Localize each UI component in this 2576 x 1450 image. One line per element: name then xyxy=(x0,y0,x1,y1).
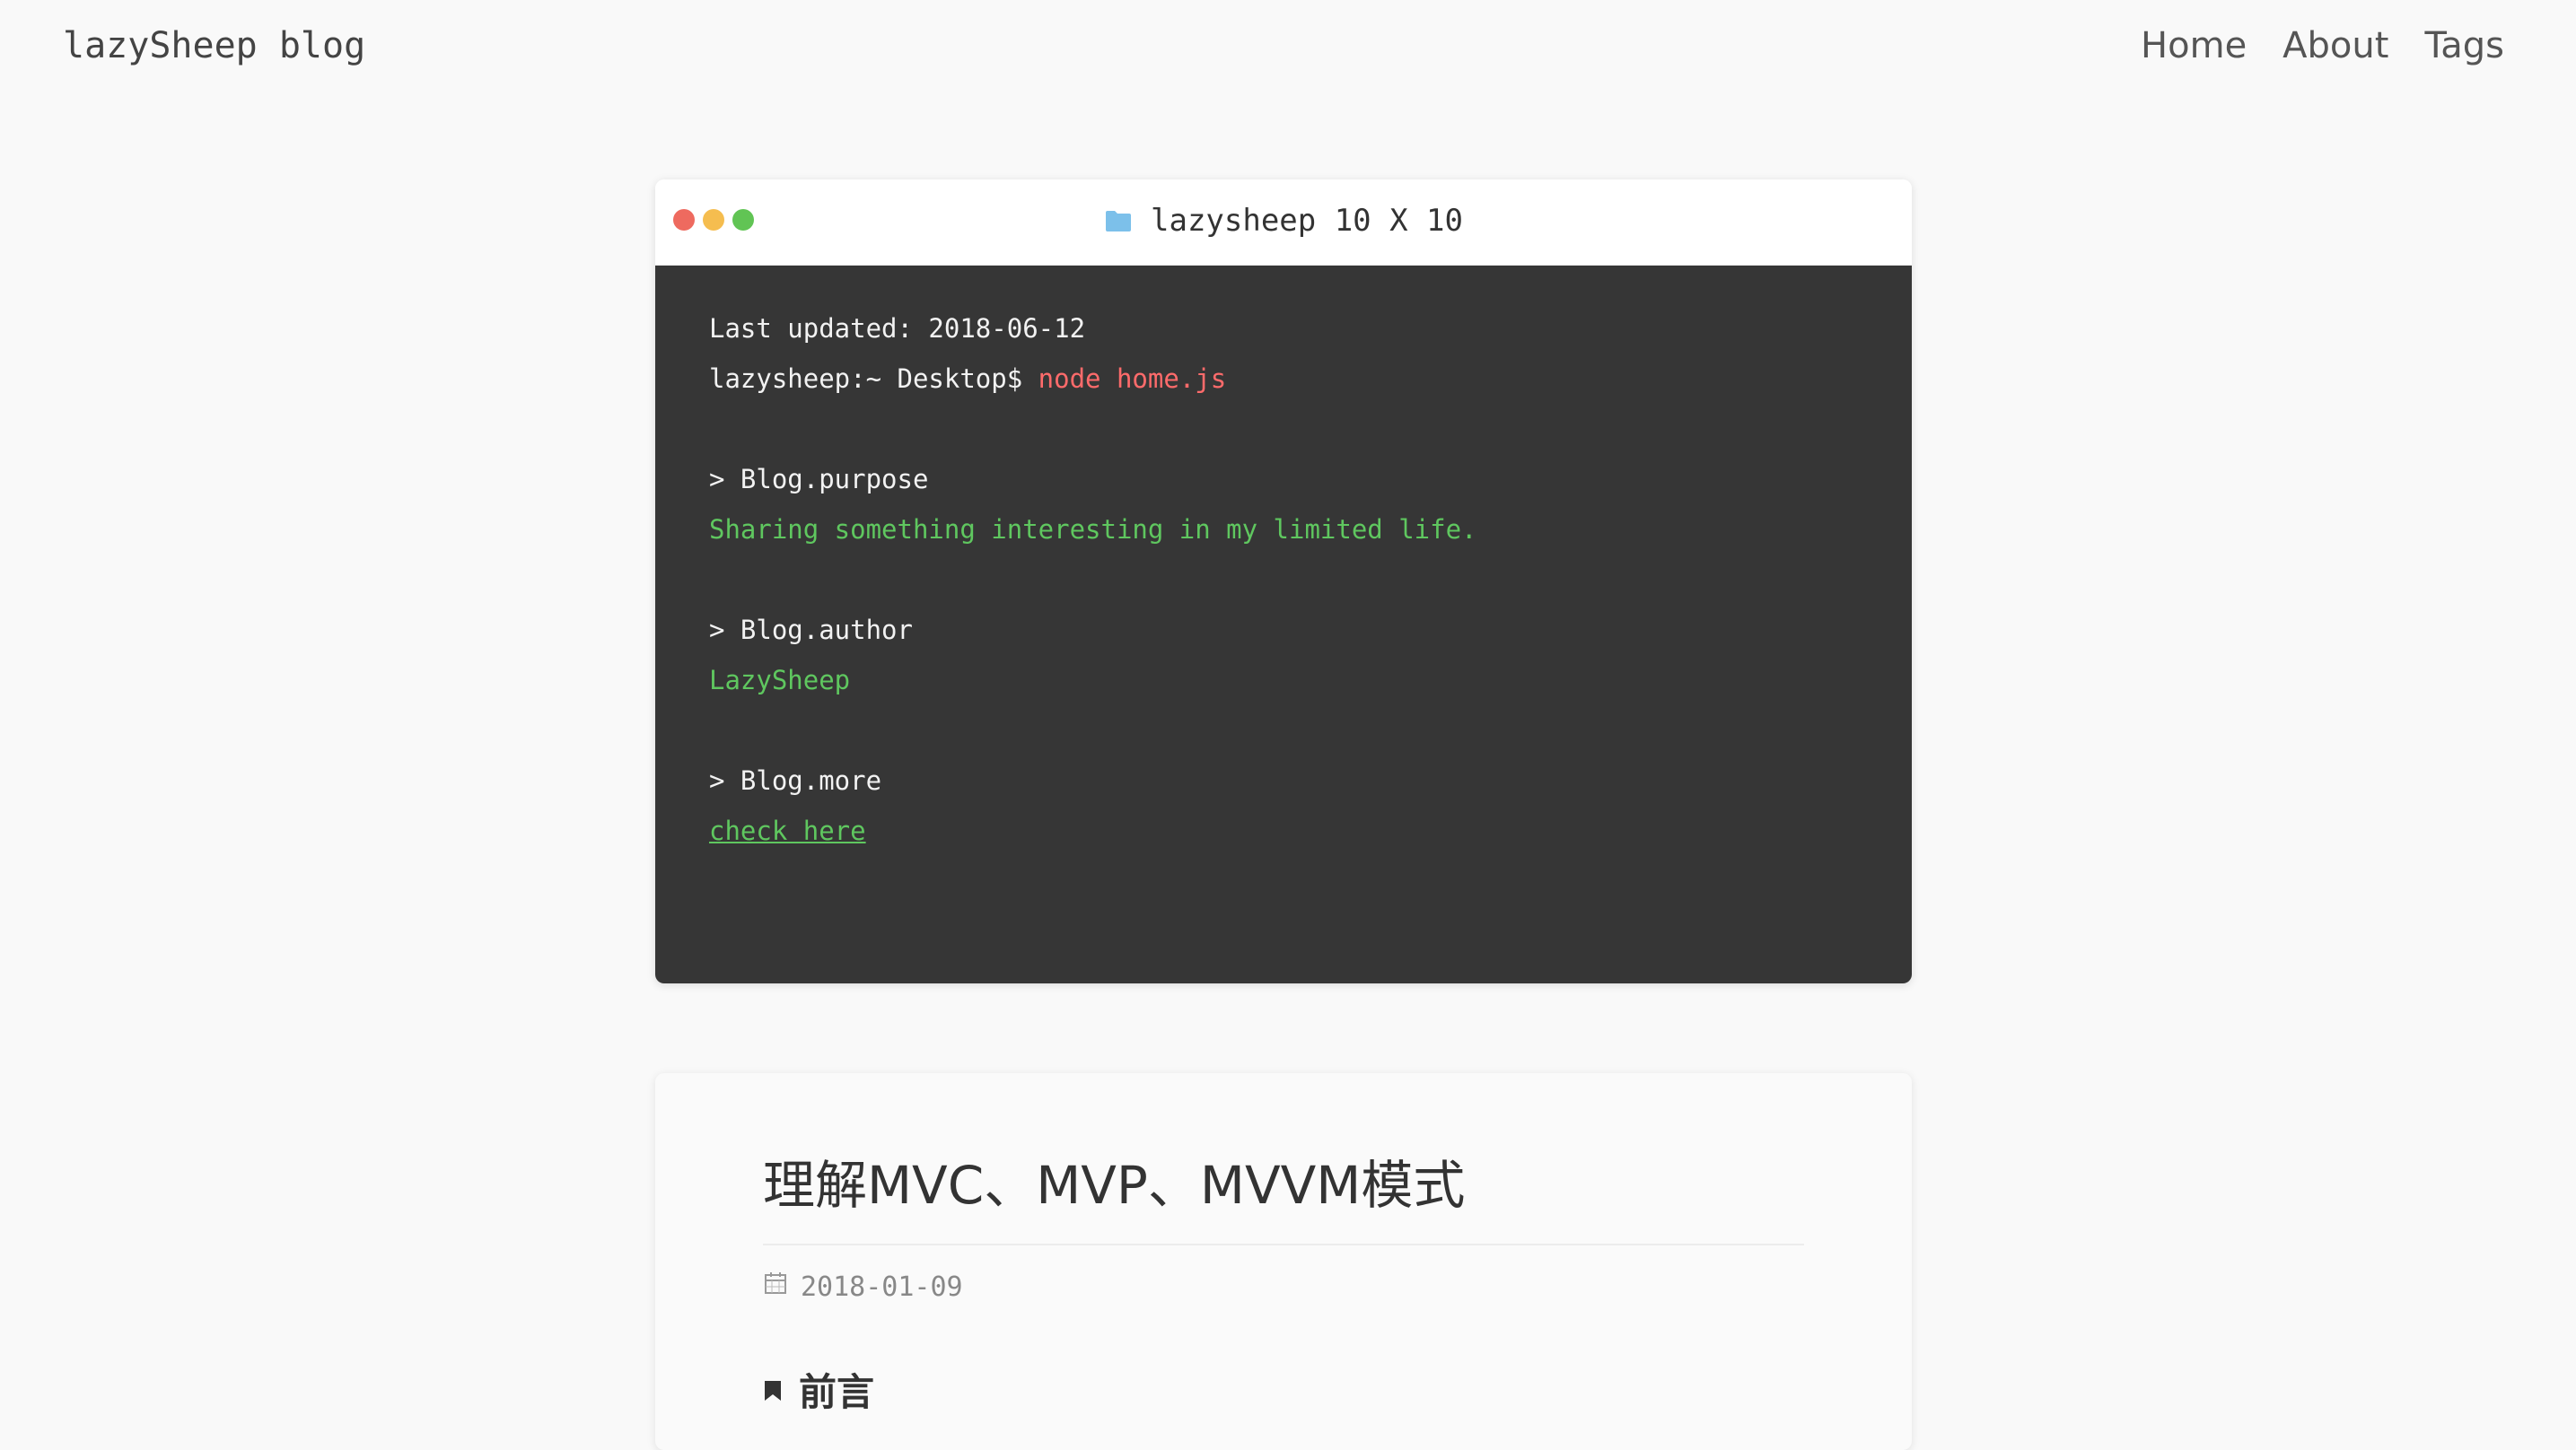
check-here-link[interactable]: check here xyxy=(709,816,866,846)
main-nav: Home About Tags xyxy=(2141,25,2504,66)
purpose-value-line: Sharing something interesting in my limi… xyxy=(709,514,1477,545)
site-title-link[interactable]: lazySheep blog xyxy=(63,25,365,66)
last-updated-line: Last updated: 2018-06-12 xyxy=(709,313,1086,344)
author-value-line: LazySheep xyxy=(709,665,851,695)
nav-home-link[interactable]: Home xyxy=(2141,25,2247,66)
nav-tags-link[interactable]: Tags xyxy=(2424,25,2504,66)
post-meta: 2018-01-09 xyxy=(763,1271,963,1303)
terminal-window: lazysheep 10 X 10 Last updated: 2018-06-… xyxy=(655,179,1912,983)
more-key-line: > Blog.more xyxy=(709,765,882,796)
terminal-title-text: lazysheep 10 X 10 xyxy=(1151,203,1463,239)
terminal-body: Last updated: 2018-06-12 lazysheep:~ Des… xyxy=(655,266,1912,983)
post-title-link[interactable]: 理解MVC、MVP、MVVM模式 xyxy=(763,1143,1465,1219)
post-card: 理解MVC、MVP、MVVM模式 2018-01-09 前言 xyxy=(655,1073,1912,1450)
nav-about-link[interactable]: About xyxy=(2282,25,2388,66)
section-heading: 前言 xyxy=(763,1362,874,1417)
terminal-title-bar: lazysheep 10 X 10 xyxy=(655,179,1912,266)
post-divider xyxy=(763,1244,1804,1245)
author-key-line: > Blog.author xyxy=(709,615,913,645)
section-title: 前言 xyxy=(799,1370,875,1414)
prompt-text: lazysheep:~ Desktop$ xyxy=(709,363,1038,394)
bookmark-icon xyxy=(763,1367,783,1411)
purpose-key-line: > Blog.purpose xyxy=(709,464,929,494)
calendar-icon xyxy=(763,1271,788,1303)
command-text: node home.js xyxy=(1038,363,1227,394)
prompt-line: lazysheep:~ Desktop$ node home.js xyxy=(709,354,1858,404)
site-header: lazySheep blog Home About Tags xyxy=(0,0,2576,99)
post-date: 2018-01-09 xyxy=(801,1271,963,1303)
folder-icon xyxy=(1104,209,1133,232)
terminal-title: lazysheep 10 X 10 xyxy=(655,203,1912,239)
